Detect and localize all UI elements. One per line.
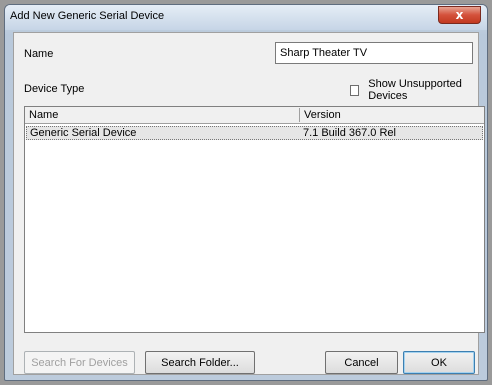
device-name-cell: Generic Serial Device — [30, 127, 137, 139]
column-header-version[interactable]: Version — [300, 107, 480, 123]
window-title: Add New Generic Serial Device — [10, 10, 165, 22]
device-list[interactable]: Name Version Generic Serial Device 7.1 B… — [24, 106, 485, 333]
column-header-name[interactable]: Name — [25, 107, 299, 123]
device-version-cell: 7.1 Build 367.0 Rel — [303, 127, 396, 139]
close-icon: x — [455, 8, 464, 22]
ok-button[interactable]: OK — [403, 351, 475, 374]
dialog-window: Add New Generic Serial Device x Name Dev… — [4, 4, 488, 381]
table-row[interactable]: Generic Serial Device 7.1 Build 367.0 Re… — [26, 126, 483, 140]
search-for-devices-button[interactable]: Search For Devices — [24, 351, 135, 374]
checkbox-box[interactable] — [350, 84, 360, 96]
show-unsupported-label: Show Unsupported Devices — [368, 78, 462, 102]
device-type-label: Device Type — [24, 83, 85, 95]
list-header: Name Version — [25, 107, 484, 124]
search-folder-button[interactable]: Search Folder... — [145, 351, 255, 374]
close-button[interactable]: x — [438, 6, 481, 24]
name-input[interactable] — [275, 42, 473, 64]
name-label: Name — [24, 48, 54, 60]
dialog-body: Name Device Type Show Unsupported Device… — [13, 32, 485, 375]
cancel-button[interactable]: Cancel — [325, 351, 398, 374]
show-unsupported-checkbox[interactable]: Show Unsupported Devices — [350, 78, 478, 102]
title-bar[interactable]: Add New Generic Serial Device x — [5, 5, 487, 30]
